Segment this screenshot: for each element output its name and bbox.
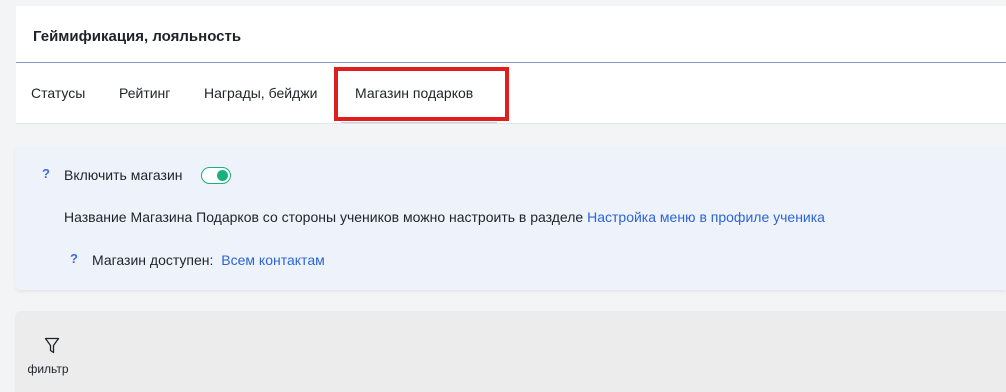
- page-title: Геймификация, лояльность: [33, 28, 242, 45]
- page: Геймификация, лояльность Статусы Рейтинг…: [0, 0, 1006, 392]
- active-tab-highlight-box: [334, 67, 509, 121]
- shop-name-hint-text: Название Магазина Подарков со стороны уч…: [64, 209, 584, 225]
- filter-icon: [44, 337, 60, 354]
- tabs-divider: [16, 123, 1006, 124]
- filter-label: фильтр: [27, 362, 69, 376]
- header-card: Геймификация, лояльность Статусы Рейтинг…: [16, 6, 1006, 124]
- filter-button[interactable]: фильтр: [20, 337, 76, 381]
- enable-shop-label: Включить магазин: [64, 167, 183, 183]
- toggle-knob: [217, 169, 228, 181]
- tab-rating[interactable]: Рейтинг: [119, 85, 170, 101]
- help-icon-enable-shop[interactable]: ?: [42, 166, 50, 181]
- tab-awards-badges[interactable]: Награды, бейджи: [204, 85, 317, 101]
- tab-bar: Статусы Рейтинг Награды, бейджи Магазин …: [16, 63, 1006, 124]
- shop-settings-card: ? Включить магазин Название Магазина Под…: [15, 145, 1006, 290]
- tab-statuses[interactable]: Статусы: [31, 85, 85, 101]
- shop-name-hint: Название Магазина Подарков со стороны уч…: [64, 209, 825, 225]
- availability-label: Магазин доступен:: [92, 252, 214, 268]
- availability-value-link[interactable]: Всем контактам: [221, 252, 324, 268]
- enable-shop-toggle[interactable]: [201, 167, 231, 184]
- filter-panel: фильтр: [15, 311, 1006, 392]
- help-icon-availability[interactable]: ?: [70, 251, 78, 266]
- profile-menu-settings-link[interactable]: Настройка меню в профиле ученика: [587, 209, 825, 225]
- availability-row: Магазин доступен: Всем контактам: [92, 252, 325, 268]
